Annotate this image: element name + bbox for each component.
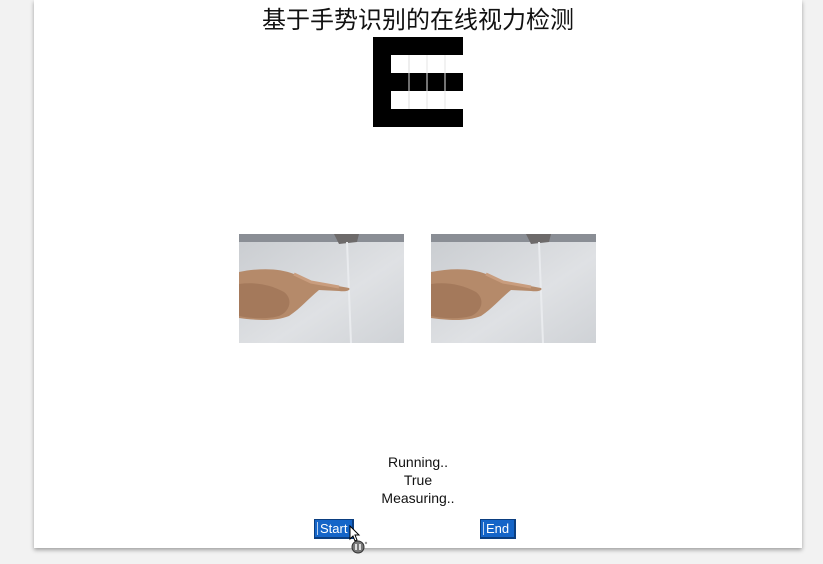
status-measuring: Measuring.. xyxy=(381,490,455,506)
camera-feed-right xyxy=(431,234,596,343)
busy-pointer-icon xyxy=(349,524,369,555)
end-button[interactable]: End xyxy=(480,519,517,539)
hand-pointing-icon xyxy=(431,234,596,343)
app-window: 基于手势识别的在线视力检测 Running.. True Measuring..… xyxy=(34,0,802,554)
status-running: Running.. xyxy=(388,454,448,470)
camera-feed-left xyxy=(239,234,404,343)
tumbling-e-icon xyxy=(373,37,463,127)
hand-pointing-icon xyxy=(239,234,404,343)
status-value: True xyxy=(403,472,433,488)
page-title: 基于手势识别的在线视力检测 xyxy=(262,6,574,34)
